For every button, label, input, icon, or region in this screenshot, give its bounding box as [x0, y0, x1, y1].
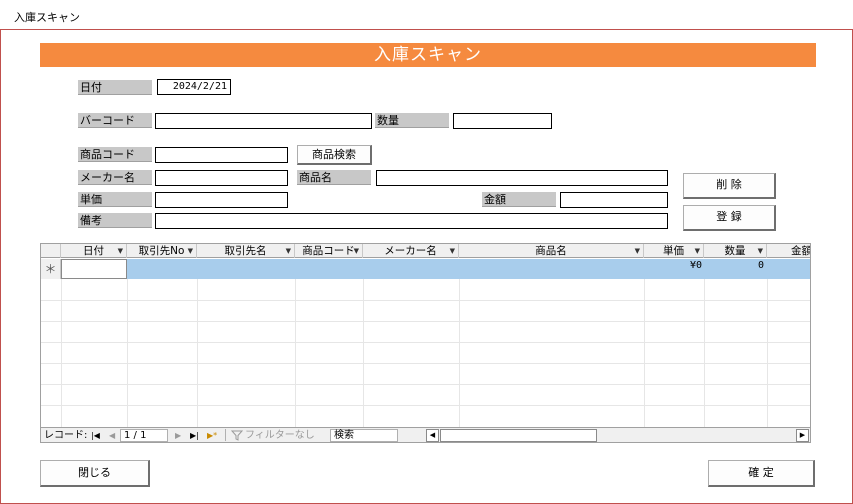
dropdown-arrow-icon[interactable]: ▼: [118, 244, 123, 258]
filter-status[interactable]: フィルターなし: [245, 428, 315, 442]
record-navigator: レコード: |◀ ◀ 1 / 1 ▶ ▶| ▶* フィルターなし 検索 ◀ ▶: [41, 427, 810, 442]
column-header-label: 日付: [83, 245, 104, 257]
column-header-date[interactable]: 日付 ▼: [61, 244, 127, 258]
scrollbar-thumb[interactable]: [440, 429, 597, 442]
grid-line: [41, 405, 810, 406]
product-name-label: 商品名: [297, 170, 371, 185]
note-label: 備考: [78, 213, 152, 228]
column-header-label: 単価: [663, 245, 684, 257]
grid-line: [41, 321, 810, 322]
current-record-field[interactable]: 1 / 1: [120, 429, 168, 442]
column-header-label: 商品コード: [302, 245, 355, 257]
datasheet-grid[interactable]: 日付 ▼ 取引先No ▼ 取引先名 ▼ 商品コード ▼ メーカー名 ▼ 商品名 ▼ 単価 ▼ …: [40, 243, 811, 443]
column-header-label: 数量: [724, 245, 746, 257]
filter-icon: [231, 430, 243, 441]
column-header-label: 商品名: [535, 245, 567, 257]
product-search-button[interactable]: 商品検索: [297, 145, 372, 165]
date-field[interactable]: 2024/2/21: [157, 79, 231, 95]
column-header-amount[interactable]: 金額: [767, 244, 811, 258]
column-header-label: 取引先No: [138, 245, 185, 257]
delete-button[interactable]: 削 除: [683, 173, 776, 199]
barcode-field[interactable]: [155, 113, 372, 129]
date-label: 日付: [78, 80, 152, 95]
column-header-product-name[interactable]: 商品名 ▼: [459, 244, 644, 258]
close-button[interactable]: 閉じる: [40, 460, 150, 487]
confirm-button[interactable]: 確 定: [708, 460, 815, 487]
grid-line: [41, 300, 810, 301]
grid-cell-unit-price[interactable]: ¥0: [644, 259, 704, 279]
new-record-marker[interactable]: ＊: [41, 259, 61, 279]
column-header-label: 取引先名: [224, 245, 267, 257]
maker-label: メーカー名: [78, 170, 152, 185]
navigator-separator: [225, 429, 226, 441]
product-code-label: 商品コード: [78, 147, 152, 162]
first-record-button[interactable]: |◀: [91, 428, 100, 442]
dropdown-arrow-icon[interactable]: ▼: [450, 244, 455, 258]
dropdown-arrow-icon[interactable]: ▼: [695, 244, 700, 258]
barcode-label: バーコード: [78, 113, 152, 128]
dropdown-arrow-icon[interactable]: ▼: [286, 244, 291, 258]
quantity-label: 数量: [375, 113, 449, 128]
column-header-partner-no[interactable]: 取引先No ▼: [127, 244, 197, 258]
new-record-button[interactable]: ▶*: [207, 428, 217, 442]
search-box[interactable]: 検索: [330, 429, 398, 442]
form-border-left: [0, 30, 1, 504]
unit-price-label: 単価: [78, 192, 152, 207]
grid-cell-date[interactable]: [61, 259, 127, 279]
dropdown-arrow-icon[interactable]: ▼: [188, 244, 193, 258]
scroll-left-arrow-icon[interactable]: ◀: [426, 429, 439, 442]
unit-price-field[interactable]: [155, 192, 288, 208]
register-button[interactable]: 登 録: [683, 205, 776, 231]
column-header-product-code[interactable]: 商品コード ▼: [295, 244, 363, 258]
dropdown-arrow-icon[interactable]: ▼: [758, 244, 763, 258]
column-header-unit-price[interactable]: 単価 ▼: [644, 244, 704, 258]
form-header: 入庫スキャン: [40, 43, 816, 67]
amount-field[interactable]: [560, 192, 668, 208]
column-header-maker[interactable]: メーカー名 ▼: [363, 244, 459, 258]
note-field[interactable]: [155, 213, 668, 229]
document-tab-bar: 入庫スキャン: [0, 0, 853, 30]
quantity-field[interactable]: [453, 113, 552, 129]
grid-line: [41, 363, 810, 364]
dropdown-arrow-icon[interactable]: ▼: [354, 244, 359, 258]
maker-field[interactable]: [155, 170, 288, 186]
last-record-button[interactable]: ▶|: [190, 428, 199, 442]
select-all-corner[interactable]: [41, 244, 61, 258]
new-record-row[interactable]: ＊ ¥0 0: [41, 259, 810, 279]
column-header-label: メーカー名: [384, 245, 437, 257]
grid-cell-quantity[interactable]: 0: [704, 259, 767, 279]
amount-label: 金額: [482, 192, 556, 207]
grid-header-row: 日付 ▼ 取引先No ▼ 取引先名 ▼ 商品コード ▼ メーカー名 ▼ 商品名 ▼ 単価 ▼ …: [41, 244, 811, 258]
dropdown-arrow-icon[interactable]: ▼: [635, 244, 640, 258]
record-label: レコード:: [44, 430, 88, 441]
horizontal-scrollbar[interactable]: ◀ ▶: [426, 429, 810, 442]
grid-line: [41, 342, 810, 343]
grid-line: [41, 384, 810, 385]
product-name-field[interactable]: [376, 170, 668, 186]
next-record-button[interactable]: ▶: [175, 428, 181, 442]
column-header-partner-name[interactable]: 取引先名 ▼: [197, 244, 295, 258]
document-tab[interactable]: 入庫スキャン: [14, 9, 80, 25]
column-header-label: 金額: [791, 245, 811, 257]
column-header-quantity[interactable]: 数量 ▼: [704, 244, 767, 258]
product-code-field[interactable]: [155, 147, 288, 163]
form-title: 入庫スキャン: [374, 45, 482, 65]
scroll-right-arrow-icon[interactable]: ▶: [796, 429, 809, 442]
previous-record-button[interactable]: ◀: [109, 428, 115, 442]
